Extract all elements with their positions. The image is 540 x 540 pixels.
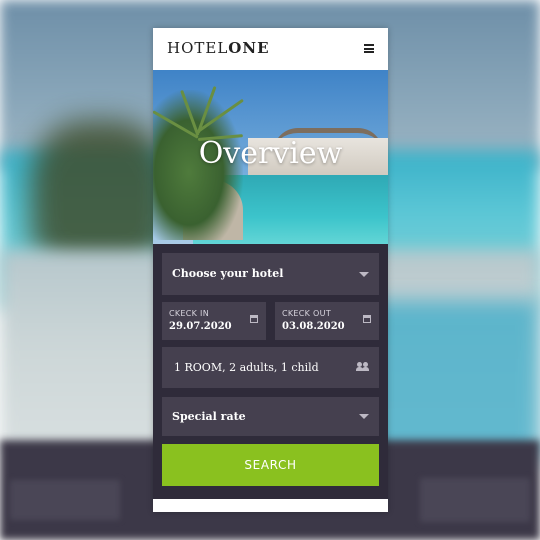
calendar-icon <box>363 315 371 323</box>
people-icon <box>356 362 369 372</box>
hotel-select-value: Choose your hotel <box>172 267 284 280</box>
booking-form: Choose your hotel CKECK IN 29.07.2020 CK… <box>153 244 388 512</box>
rate-select[interactable]: Special rate <box>162 397 379 436</box>
rate-select-value: Special rate <box>172 410 246 423</box>
check-in-field[interactable]: CKECK IN 29.07.2020 <box>162 302 266 340</box>
check-out-field[interactable]: CKECK OUT 03.08.2020 <box>275 302 379 340</box>
check-out-label: CKECK OUT <box>282 309 332 318</box>
check-out-date: 03.08.2020 <box>282 321 345 332</box>
background-block-left <box>10 480 120 520</box>
hamburger-menu-icon[interactable] <box>364 44 374 53</box>
guests-field[interactable]: 1 ROOM, 2 adults, 1 child <box>162 347 379 388</box>
chevron-down-icon <box>359 272 369 277</box>
chevron-down-icon <box>359 414 369 419</box>
hotel-select[interactable]: Choose your hotel <box>162 253 379 295</box>
hero-title: Overview <box>198 136 343 171</box>
footer-strip <box>153 499 388 512</box>
guests-value: 1 ROOM, 2 adults, 1 child <box>174 361 319 374</box>
calendar-icon <box>250 315 258 323</box>
check-in-label: CKECK IN <box>169 309 210 318</box>
logo-light-text: HOTEL <box>167 39 229 57</box>
check-in-date: 29.07.2020 <box>169 321 232 332</box>
hero-image: Overview <box>153 70 388 244</box>
header: HOTELONE <box>153 28 388 70</box>
background-palm <box>30 120 170 270</box>
background-block-right <box>420 478 530 522</box>
mobile-screen: HOTELONE Overview Choose your hotel CKEC… <box>153 28 388 512</box>
logo-bold-text: ONE <box>228 39 270 57</box>
logo[interactable]: HOTELONE <box>167 39 270 57</box>
search-button[interactable]: SEARCH <box>162 444 379 486</box>
